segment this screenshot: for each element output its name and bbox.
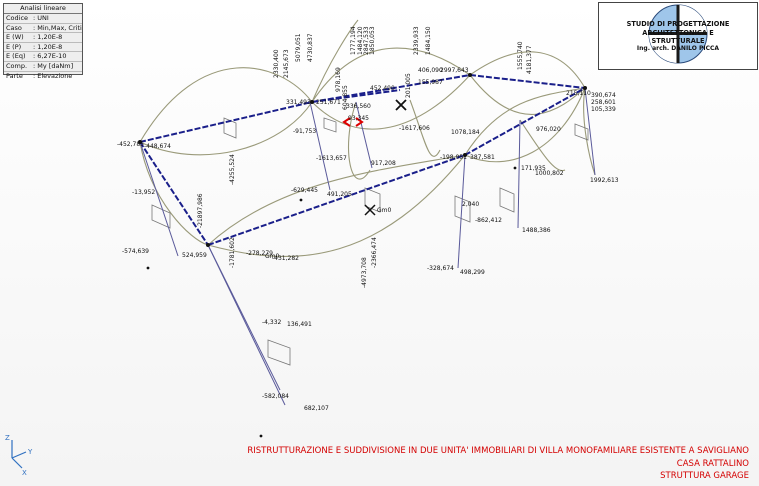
value-label: -574,639: [122, 248, 149, 255]
value-label: 452,490: [370, 85, 395, 92]
value-label: 917,208: [371, 160, 396, 167]
value-label: -629,445: [291, 187, 318, 194]
value-label: 1484,150: [425, 26, 432, 55]
value-label: 1078,184: [451, 129, 480, 136]
value-label: 1555,740: [517, 41, 524, 70]
value-label: 524,959: [182, 252, 207, 259]
value-label: 682,107: [304, 405, 329, 412]
value-label: 155,987: [418, 79, 443, 86]
caption-line-2: CASA RATTALINO: [676, 458, 749, 469]
value-label: -21897,986: [197, 193, 204, 228]
value-label: 1777,194: [350, 26, 357, 55]
value-label: 251,671: [316, 99, 341, 106]
diagram-curve: [207, 154, 466, 257]
caption-line-3: STRUTTURA GARAGE: [660, 471, 749, 481]
value-label: -4973,708: [361, 257, 368, 288]
value-label: 93,345: [348, 115, 369, 122]
value-label: 336,560: [346, 103, 371, 110]
value-label: 171,935: [521, 165, 546, 172]
value-label: 390,674: [591, 92, 616, 99]
value-label: 976,020: [536, 126, 561, 133]
value-label: Gm0: [265, 253, 279, 260]
value-label: -1613,657: [316, 155, 347, 162]
value-label: -4,332: [262, 319, 282, 326]
value-label: 2145,673: [283, 49, 290, 78]
value-label: 5079,051: [295, 33, 302, 62]
value-label: -4255,524: [229, 154, 236, 185]
value-label: 2339,933: [413, 26, 420, 55]
value-label: -13,952: [132, 189, 155, 196]
value-label: 387,581: [470, 154, 495, 161]
axis-label-y: Y: [27, 448, 33, 456]
caption-line-1: RISTRUTTURAZIONE E SUDDIVISIONE IN DUE U…: [247, 446, 749, 456]
value-label: 498,299: [460, 269, 485, 276]
project-caption: RISTRUTTURAZIONE E SUDDIVISIONE IN DUE U…: [247, 445, 749, 483]
axis-label-x: X: [22, 469, 27, 477]
axis-triad: Z Y X: [5, 434, 33, 477]
value-label: -862,412: [475, 217, 502, 224]
value-label: -1781,602: [229, 237, 236, 268]
value-label: 136,491: [287, 321, 312, 328]
value-label: -198,051: [440, 154, 467, 161]
value-label: -448,674: [144, 143, 171, 150]
value-label: 1488,386: [522, 227, 551, 234]
value-label: 978,169: [335, 67, 342, 92]
value-label: Gm0: [377, 207, 391, 214]
value-label: 258,601: [591, 99, 616, 106]
value-label: 331,493: [286, 99, 311, 106]
value-label: -582,084: [262, 393, 289, 400]
value-label: 4181,377: [526, 45, 533, 74]
value-label: 2,040: [462, 201, 479, 208]
value-label: 4730,837: [307, 33, 314, 62]
value-label: 1992,613: [590, 177, 619, 184]
value-label: -2366,474: [371, 237, 378, 268]
value-label: -328,674: [427, 265, 454, 272]
value-label: -452,785: [117, 141, 144, 148]
value-label: 491,205: [327, 191, 352, 198]
value-label: 201,005: [405, 73, 412, 98]
value-label: 2997,643: [440, 67, 469, 74]
value-label: 105,339: [591, 106, 616, 113]
value-label: -1617,606: [399, 125, 430, 132]
structure-diagram: 5079,051 4730,837 2145,6732330,400 1777,194…: [5, 19, 619, 477]
value-label: -91,753: [293, 128, 316, 135]
structural-model-viewport[interactable]: Analisi lineare Codice: UNI Caso: Min,Ma…: [0, 0, 759, 486]
value-label: 1850,053: [369, 26, 376, 55]
value-label: 2330,400: [273, 49, 280, 78]
value-label: 215,110: [566, 90, 591, 97]
axis-label-z: Z: [5, 434, 10, 442]
